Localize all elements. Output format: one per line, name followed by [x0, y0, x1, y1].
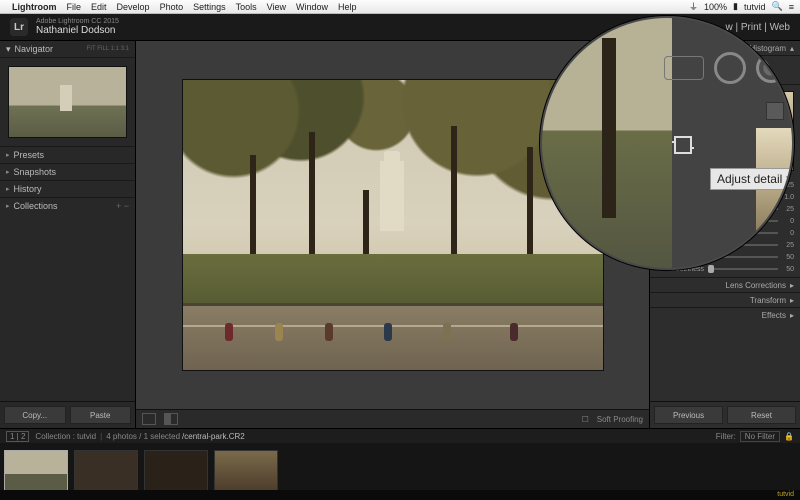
app-menu[interactable]: Lightroom: [12, 2, 57, 12]
identity-plate[interactable]: Nathaniel Dodson: [36, 25, 119, 36]
filmstrip-thumb[interactable]: [144, 450, 208, 494]
nav-zoom-levels[interactable]: FIT FILL 1:1 3:1: [87, 46, 129, 52]
collection-label: Collection :: [35, 432, 75, 441]
before-after-icon[interactable]: [164, 413, 178, 425]
filter-label: Filter:: [716, 432, 736, 441]
menu-photo[interactable]: Photo: [160, 2, 184, 12]
mag-spot-tool-icon[interactable]: [714, 52, 746, 84]
mac-user[interactable]: tutvid: [744, 2, 766, 12]
menu-window[interactable]: Window: [296, 2, 328, 12]
lens-corrections-accordion[interactable]: Lens Corrections▸: [650, 277, 800, 292]
photo-count: 4 photos / 1 selected: [106, 432, 180, 441]
battery-text: 100%: [704, 2, 727, 12]
effects-accordion[interactable]: Effects▸: [650, 307, 800, 322]
copy-button[interactable]: Copy...: [4, 406, 66, 424]
transform-accordion[interactable]: Transform▸: [650, 292, 800, 307]
menu-tools[interactable]: Tools: [236, 2, 257, 12]
filmstrip-thumb[interactable]: [74, 450, 138, 494]
collections-section[interactable]: ▸Collections+ −: [0, 197, 135, 214]
filmstrip-thumb[interactable]: [214, 450, 278, 494]
photo-preview[interactable]: [182, 79, 604, 371]
menu-help[interactable]: Help: [338, 2, 357, 12]
left-panel: ▾ Navigator FIT FILL 1:1 3:1 ▸Presets ▸S…: [0, 41, 136, 428]
view-switch-icon[interactable]: 1 | 2: [6, 431, 29, 442]
magnified-photo: [542, 18, 672, 268]
menu-develop[interactable]: Develop: [117, 2, 150, 12]
wifi-icon[interactable]: ⏚: [689, 0, 698, 13]
original-label: Origin: [749, 24, 786, 40]
mag-checkbox[interactable]: [766, 102, 784, 120]
app-subtitle: Adobe Lightroom CC 2015: [36, 18, 119, 26]
navigator-thumbnail[interactable]: [8, 66, 127, 138]
history-section[interactable]: ▸History: [0, 180, 135, 197]
lr-logo-icon: Lr: [10, 18, 28, 36]
filter-lock-icon[interactable]: 🔒: [784, 432, 794, 441]
filter-dropdown[interactable]: No Filter: [740, 431, 780, 442]
status-bar: 1 | 2 Collection : tutvid | 4 photos / 1…: [0, 428, 800, 443]
mac-menubar: Lightroom File Edit Develop Photo Settin…: [0, 0, 800, 14]
filmstrip-thumb[interactable]: [4, 450, 68, 494]
watermark: tutvid: [777, 491, 794, 498]
presets-section[interactable]: ▸Presets: [0, 146, 135, 163]
loupe-view-icon[interactable]: [142, 413, 156, 425]
soft-proofing-toggle[interactable]: Soft Proofing: [597, 415, 643, 424]
menu-extras-icon[interactable]: ≡: [789, 2, 794, 12]
mag-crop-tool-icon[interactable]: [664, 56, 704, 80]
zoom-magnifier-overlay: Origin Adjust detail zoom a: [540, 16, 794, 270]
paste-button[interactable]: Paste: [70, 406, 132, 424]
menu-edit[interactable]: Edit: [91, 2, 107, 12]
filename: /central-park.CR2: [182, 432, 245, 441]
reset-button[interactable]: Reset: [727, 406, 796, 424]
previous-button[interactable]: Previous: [654, 406, 723, 424]
battery-icon[interactable]: ▮: [733, 1, 738, 12]
collection-name[interactable]: tutvid: [77, 432, 96, 441]
menu-file[interactable]: File: [67, 2, 82, 12]
secondary-toolbar: ☐ Soft Proofing: [136, 409, 649, 428]
mag-radial-tool-icon[interactable]: [756, 53, 786, 83]
video-footer: [0, 490, 800, 500]
detail-target-icon[interactable]: [674, 136, 692, 154]
navigator-header[interactable]: ▾ Navigator FIT FILL 1:1 3:1: [0, 41, 135, 58]
menu-settings[interactable]: Settings: [193, 2, 226, 12]
snapshots-section[interactable]: ▸Snapshots: [0, 163, 135, 180]
spotlight-icon[interactable]: 🔍: [772, 1, 783, 12]
menu-view[interactable]: View: [267, 2, 286, 12]
tooltip: Adjust detail zoom a: [710, 168, 794, 190]
